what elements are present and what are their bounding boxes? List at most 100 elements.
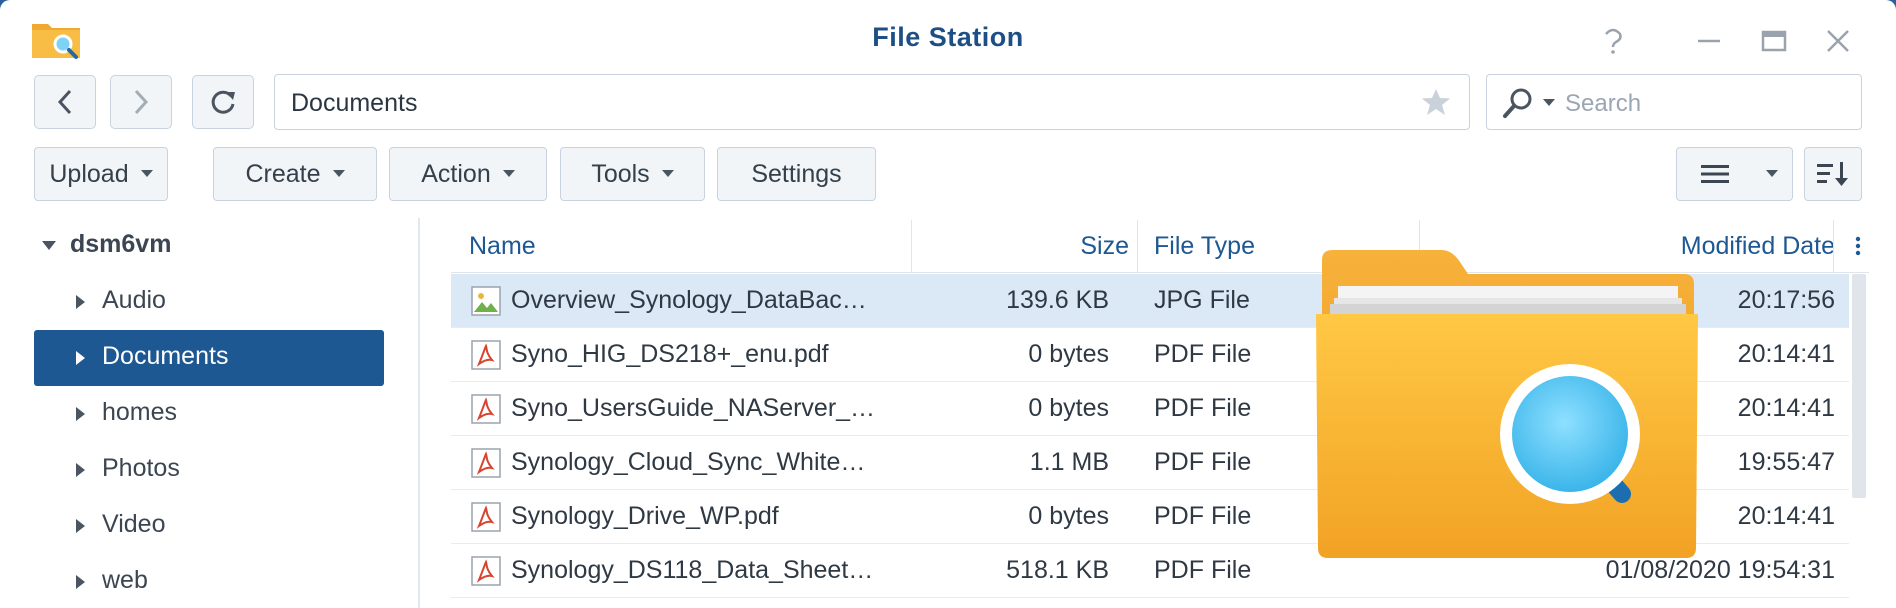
column-header-modified-date[interactable]: Modified Date: [1681, 232, 1835, 261]
settings-label: Settings: [751, 159, 842, 188]
sort-button[interactable]: [1804, 147, 1862, 201]
chevron-down-icon: [332, 170, 345, 177]
sidebar-item-label: Audio: [102, 286, 166, 314]
search-placeholder: Search: [1565, 90, 1642, 117]
create-label: Create: [245, 159, 321, 188]
sort-icon: [1817, 162, 1848, 186]
tree-root-dsm6vm[interactable]: dsm6vm: [34, 218, 384, 274]
pdf-file-icon: [471, 448, 501, 478]
path-text: Documents: [291, 89, 418, 117]
file-modified: 20:14:41: [1737, 394, 1835, 422]
refresh-button[interactable]: [192, 75, 254, 129]
file-size: 518.1 KB: [1006, 556, 1109, 584]
caret-right-icon[interactable]: [76, 519, 86, 533]
scrollbar[interactable]: [1852, 274, 1866, 498]
upload-button[interactable]: Upload: [34, 147, 168, 201]
search-icon: [1503, 88, 1532, 118]
caret-right-icon[interactable]: [76, 407, 86, 421]
file-type: PDF File: [1154, 502, 1252, 530]
file-name: Overview_Synology_DataBac…: [511, 286, 867, 314]
caret-down-icon[interactable]: [42, 241, 56, 251]
file-name: Syno_HIG_DS218+_enu.pdf: [511, 340, 829, 368]
image-file-icon: [471, 286, 501, 316]
column-divider[interactable]: [1137, 220, 1138, 272]
maximize-icon[interactable]: [1757, 24, 1791, 58]
file-size: 139.6 KB: [1006, 286, 1109, 314]
upload-label: Upload: [49, 159, 129, 188]
sidebar-item-homes[interactable]: homes: [34, 386, 384, 442]
tools-button[interactable]: Tools: [560, 147, 705, 201]
file-size: 0 bytes: [1028, 502, 1109, 530]
sidebar-item-documents[interactable]: Documents: [34, 330, 384, 386]
sidebar-item-audio[interactable]: Audio: [34, 274, 384, 330]
file-name: Synology_Drive_WP.pdf: [511, 502, 779, 530]
sidebar-item-photos[interactable]: Photos: [34, 442, 384, 498]
column-header-size[interactable]: Size: [1080, 232, 1129, 261]
search-input[interactable]: Search: [1486, 74, 1862, 130]
file-type: JPG File: [1154, 286, 1250, 314]
file-station-window: File Station Documents Search Upload Cre…: [0, 0, 1896, 608]
caret-right-icon[interactable]: [76, 351, 86, 365]
file-size: 1.1 MB: [1029, 448, 1109, 476]
list-icon: [1700, 165, 1729, 183]
forward-button[interactable]: [110, 75, 172, 129]
sidebar-item-video[interactable]: Video: [34, 498, 384, 554]
chevron-down-icon[interactable]: [1543, 99, 1555, 107]
sidebar: dsm6vm Audio Documents homes Photos Vide…: [0, 218, 420, 608]
sidebar-divider[interactable]: [418, 218, 420, 608]
file-name: Synology_DS118_Data_Sheet…: [511, 556, 874, 584]
pdf-file-icon: [471, 556, 501, 586]
column-header-file-type[interactable]: File Type: [1154, 232, 1255, 261]
file-type: PDF File: [1154, 340, 1252, 368]
file-name: Synology_Cloud_Sync_White…: [511, 448, 866, 476]
chevron-down-icon: [1766, 170, 1778, 177]
minimize-icon[interactable]: [1692, 24, 1726, 58]
sidebar-item-label: Documents: [102, 342, 229, 370]
caret-right-icon[interactable]: [76, 295, 86, 309]
pdf-file-icon: [471, 340, 501, 370]
column-header-name[interactable]: Name: [469, 232, 536, 261]
chevron-left-icon: [57, 89, 72, 115]
sidebar-item-label: web: [102, 566, 148, 594]
sidebar-item-label: homes: [102, 398, 178, 426]
caret-right-icon[interactable]: [76, 463, 86, 477]
column-menu-icon[interactable]: [1855, 236, 1861, 256]
sidebar-item-label: Video: [102, 510, 166, 538]
chevron-down-icon: [140, 170, 153, 177]
file-modified: 19:55:47: [1737, 448, 1835, 476]
view-options-dropdown[interactable]: [1752, 147, 1793, 201]
path-field[interactable]: Documents: [274, 74, 1470, 130]
file-type: PDF File: [1154, 556, 1252, 584]
file-type: PDF File: [1154, 394, 1252, 422]
caret-right-icon[interactable]: [76, 575, 86, 589]
chevron-down-icon: [661, 170, 674, 177]
help-icon[interactable]: [1596, 24, 1630, 58]
file-type: PDF File: [1154, 448, 1252, 476]
settings-button[interactable]: Settings: [717, 147, 876, 201]
pdf-file-icon: [471, 394, 501, 424]
pdf-file-icon: [471, 502, 501, 532]
refresh-icon: [211, 90, 235, 114]
sidebar-item-label: Photos: [102, 454, 180, 482]
action-label: Action: [421, 159, 491, 188]
create-button[interactable]: Create: [213, 147, 377, 201]
column-divider[interactable]: [911, 220, 912, 272]
star-icon[interactable]: [1421, 87, 1451, 117]
chevron-right-icon: [134, 89, 149, 115]
file-modified: 20:14:41: [1737, 502, 1835, 530]
action-button[interactable]: Action: [389, 147, 547, 201]
file-modified: 20:17:56: [1737, 286, 1835, 314]
file-size: 0 bytes: [1028, 340, 1109, 368]
close-icon[interactable]: [1821, 24, 1855, 58]
file-modified: 20:14:41: [1737, 340, 1835, 368]
tools-label: Tools: [591, 159, 650, 188]
chevron-down-icon: [502, 170, 515, 177]
sidebar-item-web[interactable]: web: [34, 554, 384, 608]
file-station-logo-icon: [1316, 250, 1698, 558]
list-view-button[interactable]: [1676, 147, 1753, 201]
column-divider[interactable]: [1833, 220, 1834, 272]
back-button[interactable]: [34, 75, 96, 129]
file-name: Syno_UsersGuide_NAServer_…: [511, 394, 876, 422]
tree-root-label: dsm6vm: [70, 230, 172, 258]
file-size: 0 bytes: [1028, 394, 1109, 422]
